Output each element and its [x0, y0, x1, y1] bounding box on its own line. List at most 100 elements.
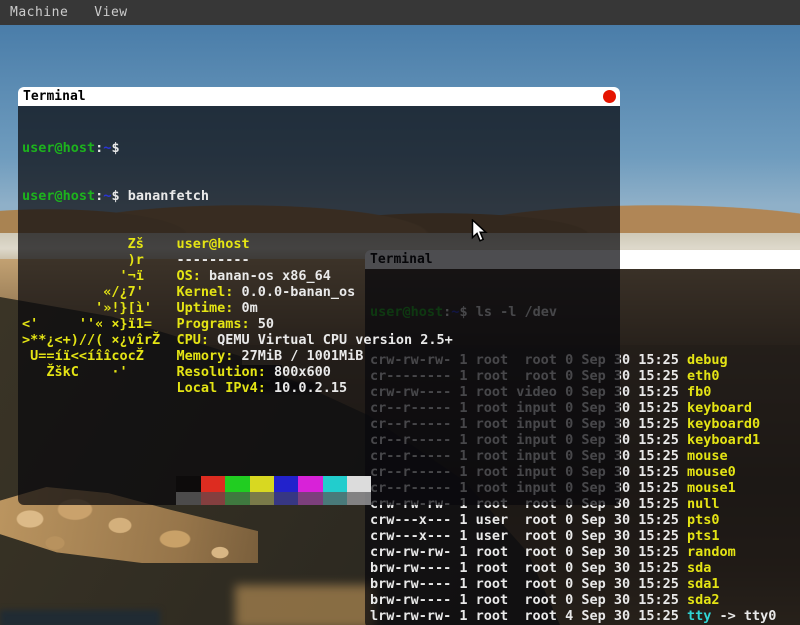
- fetch-line: '¬ï OS: banan-os x86_64: [22, 268, 620, 284]
- dev-row-meta: brw-rw---- 1 root root 0 Sep 30 15:25: [370, 592, 687, 608]
- menubar: Machine View: [0, 0, 800, 25]
- prompt-symbol: $: [111, 188, 127, 204]
- dev-row: brw-rw---- 1 root root 0 Sep 30 15:25 sd…: [370, 560, 800, 576]
- palette-swatch: [347, 492, 371, 505]
- terminal1-close-button[interactable]: [603, 90, 616, 103]
- terminal-window-1: Terminal user@host:~$ user@host:~$ banan…: [18, 87, 620, 505]
- dev-row: crw---x--- 1 user root 0 Sep 30 15:25 pt…: [370, 512, 800, 528]
- dev-file-name: mouse0: [687, 464, 736, 480]
- palette-swatch: [250, 492, 274, 505]
- color-palette: [22, 476, 620, 505]
- fetch-line: ŽškC ·' Resolution: 800x600: [22, 364, 620, 380]
- fetch-ascii-art: [22, 380, 176, 396]
- terminal1-old-prompt: user@host:~$: [22, 140, 620, 156]
- fetch-ascii-art: )r: [22, 252, 176, 268]
- fetch-ascii-art: ŽškC ·': [22, 364, 176, 380]
- prompt-user: user@host: [22, 188, 95, 204]
- palette-swatch: [323, 476, 347, 492]
- dev-row: crw-rw-rw- 1 root root 0 Sep 30 15:25 ra…: [370, 544, 800, 560]
- fetch-value: 27MiB / 1001MiB: [233, 348, 363, 364]
- fetch-label: Kernel:: [176, 284, 233, 300]
- palette-swatch: [201, 476, 225, 492]
- fetch-line: Local IPv4: 10.0.2.15: [22, 380, 620, 396]
- palette-swatch: [176, 492, 200, 505]
- wallpaper-rocks: [0, 495, 250, 575]
- dev-file-name: tty: [687, 608, 711, 624]
- fetch-label: Programs:: [176, 316, 249, 332]
- fetch-value: ---------: [176, 252, 249, 268]
- wallpaper-bottom-sand: [235, 585, 375, 625]
- dev-file-name: fb0: [687, 384, 711, 400]
- fetch-label: CPU:: [176, 332, 209, 348]
- palette-row: [176, 476, 620, 492]
- dev-link-target: -> tty0: [711, 608, 776, 624]
- wallpaper-bottom-shadow: [0, 610, 160, 625]
- menu-item-view[interactable]: View: [94, 5, 127, 20]
- fetch-label: Memory:: [176, 348, 233, 364]
- fetch-value: 800x600: [266, 364, 331, 380]
- fetch-line: )r ---------: [22, 252, 620, 268]
- dev-file-name: pts1: [687, 528, 720, 544]
- palette-swatch: [323, 492, 347, 505]
- terminal1-command-line: user@host:~$ bananfetch: [22, 188, 620, 204]
- fetch-line: '»!}[ì' Uptime: 0m: [22, 300, 620, 316]
- terminal1-titlebar[interactable]: Terminal: [18, 87, 620, 106]
- fetch-ascii-art: '¬ï: [22, 268, 176, 284]
- fetch-label: Local IPv4:: [176, 380, 265, 396]
- fetch-line: >**¿<+)//( ×¿vîrŽ CPU: QEMU Virtual CPU …: [22, 332, 620, 348]
- palette-swatch: [274, 476, 298, 492]
- dev-row: brw-rw---- 1 root root 0 Sep 30 15:25 sd…: [370, 576, 800, 592]
- fetch-value: 10.0.2.15: [266, 380, 347, 396]
- fetch-label: Resolution:: [176, 364, 265, 380]
- palette-swatch: [225, 476, 249, 492]
- fetch-line: Zš user@host: [22, 236, 620, 252]
- fetch-line: «/¿7' Kernel: 0.0.0-banan_os: [22, 284, 620, 300]
- fetch-value: banan-os x86_64: [201, 268, 331, 284]
- palette-swatch: [274, 492, 298, 505]
- dev-row-meta: brw-rw---- 1 root root 0 Sep 30 15:25: [370, 560, 687, 576]
- fetch-ascii-art: <' ''« ×}ï1=: [22, 316, 176, 332]
- palette-swatch: [250, 476, 274, 492]
- fetch-ascii-art: «/¿7': [22, 284, 176, 300]
- fetch-ascii-art: >**¿<+)//( ×¿vîrŽ: [22, 332, 176, 348]
- fetch-ascii-art: Zš: [22, 236, 176, 252]
- screen: Terminal user@host:~$ ls -l /dev crw-rw-…: [0, 0, 800, 625]
- dev-row-meta: crw---x--- 1 user root 0 Sep 30 15:25: [370, 528, 687, 544]
- fetch-line: <' ''« ×}ï1= Programs: 50: [22, 316, 620, 332]
- blank-line: [22, 428, 620, 444]
- fetch-value: 50: [250, 316, 274, 332]
- dev-file-name: keyboard: [687, 400, 752, 416]
- prompt-user: user@host: [22, 140, 95, 156]
- dev-file-name: debug: [687, 352, 728, 368]
- fetch-label: Uptime:: [176, 300, 233, 316]
- dev-file-name: keyboard1: [687, 432, 760, 448]
- prompt-symbol: $: [111, 140, 127, 156]
- fetch-value: QEMU Virtual CPU version 2.5+: [209, 332, 453, 348]
- dev-row: crw---x--- 1 user root 0 Sep 30 15:25 pt…: [370, 528, 800, 544]
- menu-item-machine[interactable]: Machine: [10, 5, 68, 20]
- palette-swatch: [347, 476, 371, 492]
- terminal1-content[interactable]: user@host:~$ user@host:~$ bananfetch Zš …: [18, 106, 620, 505]
- dev-file-name: keyboard0: [687, 416, 760, 432]
- dev-file-name: mouse1: [687, 480, 736, 496]
- fetch-label: user@host: [176, 236, 249, 252]
- dev-row-meta: lrw-rw-rw- 1 root root 4 Sep 30 15:25: [370, 608, 687, 624]
- dev-file-name: random: [687, 544, 736, 560]
- dev-row: lrw-rw-rw- 1 root root 4 Sep 30 15:25 tt…: [370, 608, 800, 624]
- fetch-value: 0m: [233, 300, 257, 316]
- dev-file-name: mouse: [687, 448, 728, 464]
- dev-file-name: sda: [687, 560, 711, 576]
- palette-swatch: [201, 492, 225, 505]
- terminal1-title: Terminal: [23, 89, 86, 104]
- palette-swatch: [298, 476, 322, 492]
- palette-swatch: [225, 492, 249, 505]
- dev-file-name: null: [687, 496, 720, 512]
- dev-row-meta: crw-rw-rw- 1 root root 0 Sep 30 15:25: [370, 544, 687, 560]
- palette-swatch: [176, 476, 200, 492]
- fetch-line: U==íï<<íîîcocŽ Memory: 27MiB / 1001MiB: [22, 348, 620, 364]
- fetch-value: 0.0.0-banan_os: [233, 284, 355, 300]
- dev-row-meta: crw---x--- 1 user root 0 Sep 30 15:25: [370, 512, 687, 528]
- fetch-ascii-art: U==íï<<íîîcocŽ: [22, 348, 176, 364]
- fetch-ascii-art: '»!}[ì': [22, 300, 176, 316]
- command-text: bananfetch: [128, 188, 209, 204]
